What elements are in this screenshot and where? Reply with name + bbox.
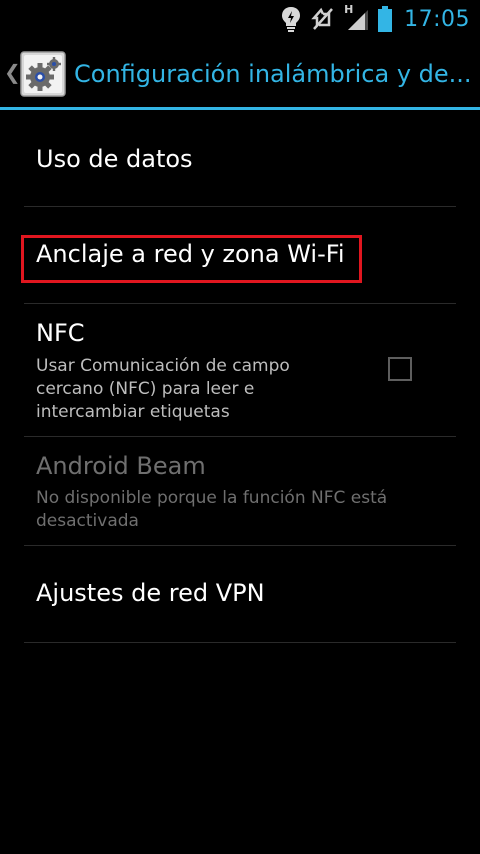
pref-summary: No disponible porque la función NFC está… — [36, 488, 388, 531]
pref-title: Ajustes de red VPN — [36, 579, 265, 607]
status-icons: H 17:05 — [280, 3, 470, 34]
preference-list: Uso de datos Anclaje a red y zona Wi-Fi … — [21, 110, 456, 643]
pref-item-vpn-settings[interactable]: Ajustes de red VPN — [24, 546, 456, 643]
pref-item-data-usage[interactable]: Uso de datos — [24, 110, 456, 207]
pref-item-tethering-hotspot[interactable]: Anclaje a red y zona Wi-Fi — [21, 207, 456, 304]
pref-title: NFC — [36, 319, 85, 347]
pref-title: Uso de datos — [36, 145, 193, 173]
bulb-notification-icon — [282, 7, 301, 32]
status-bar: H 17:05 — [0, 0, 480, 38]
pref-title: Anclaje a red y zona Wi-Fi — [36, 240, 345, 268]
battery-icon — [378, 6, 393, 32]
network-type-icon: H — [344, 3, 370, 32]
pref-summary: Usar Comunicación de campo cercano (NFC)… — [36, 356, 290, 422]
nfc-checkbox[interactable] — [388, 357, 412, 381]
status-clock: 17:05 — [404, 6, 470, 32]
chevron-left-icon[interactable]: ❮ — [4, 62, 21, 82]
page-title: Configuración inalámbrica y de... — [74, 60, 470, 88]
pref-title: Android Beam — [36, 452, 206, 480]
signal-icon — [348, 10, 369, 30]
pref-item-nfc[interactable]: NFC Usar Comunicación de campo cercano (… — [24, 304, 456, 437]
pref-item-android-beam: Android Beam No disponible porque la fun… — [24, 437, 456, 546]
settings-gear-icon[interactable] — [20, 51, 66, 97]
vibrate-silent-icon — [311, 7, 334, 30]
action-bar[interactable]: ❮ Configuración inalámbrica y de... — [0, 38, 480, 110]
